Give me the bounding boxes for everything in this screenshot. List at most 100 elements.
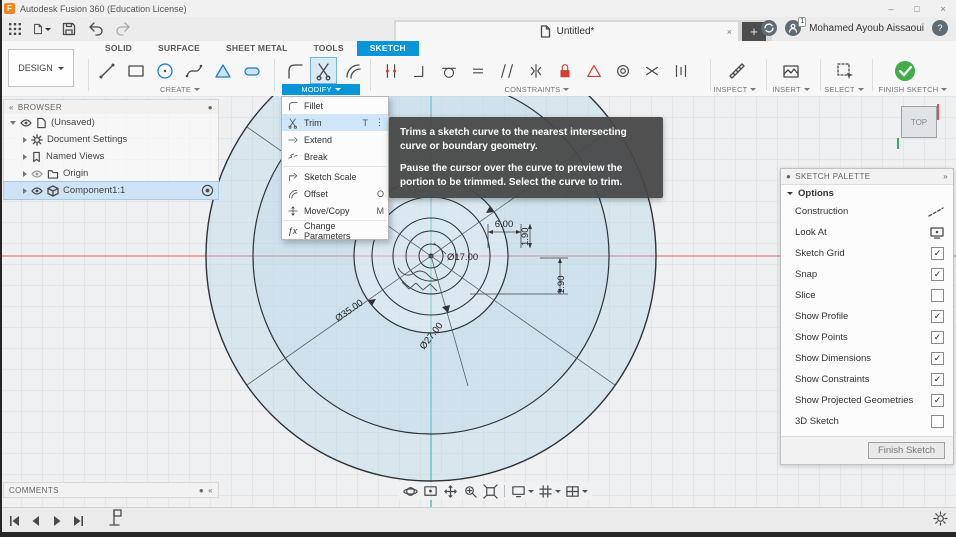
section-select[interactable]: SELECT [820,84,868,95]
palette-row-show-dimensions[interactable]: Show Dimensions ✓ [781,348,953,369]
expand-caret-icon[interactable] [23,187,27,194]
viewports-dropdown[interactable] [564,483,588,499]
minimize-button[interactable]: – [878,4,904,14]
finish-sketch-button[interactable]: Finish Sketch [867,442,945,459]
eye-icon[interactable] [31,168,43,180]
timeline-position-marker[interactable] [108,509,124,532]
section-finish-sketch[interactable]: FINISH SKETCH [872,84,954,95]
look-at-icon[interactable] [930,226,944,239]
sketch-grid-checkbox[interactable]: ✓ [931,247,944,260]
redo-icon[interactable] [114,20,132,38]
expand-caret-icon[interactable] [23,153,27,160]
collapse-panel-icon[interactable]: « [9,103,14,112]
maximize-button[interactable]: □ [904,4,930,14]
browser-item-origin[interactable]: Origin [4,165,218,182]
eye-icon[interactable] [31,185,43,197]
menu-item-offset[interactable]: Offset O [282,185,388,202]
palette-row-construction[interactable]: Construction [781,201,953,222]
close-button[interactable]: × [930,4,956,14]
measure-tool-icon[interactable] [724,58,749,83]
collinear-constraint-icon[interactable] [639,58,664,83]
grid-snap-dropdown[interactable] [537,483,561,499]
menu-item-break[interactable]: Break [282,148,388,165]
activate-component-icon[interactable] [201,184,214,197]
section-inspect[interactable]: INSPECT [708,84,762,95]
parallel-constraint-icon[interactable] [494,58,519,83]
fillet-tool-icon[interactable] [282,58,307,83]
browser-header[interactable]: « BROWSER ● [4,100,218,114]
sketch-palette-header[interactable]: ● SKETCH PALETTE » [781,169,953,185]
viewcube[interactable]: TOP [897,104,945,150]
horizontal-vertical-constraint-icon[interactable] [407,58,432,83]
zoom-icon[interactable] [462,483,479,499]
3d-sketch-checkbox[interactable] [931,415,944,428]
insert-tool-icon[interactable] [778,58,803,83]
options-section-header[interactable]: Options [781,185,953,201]
file-menu-icon[interactable] [33,20,51,38]
document-tab[interactable]: Untitled* × [396,22,738,41]
browser-item-component1[interactable]: Component1:1 [3,181,219,200]
palette-row-show-constraints[interactable]: Show Constraints ✓ [781,369,953,390]
rectangle-tool-icon[interactable] [123,58,148,83]
viewcube-top-face[interactable]: TOP [901,106,937,138]
palette-row-show-points[interactable]: Show Points ✓ [781,327,953,348]
concentric-constraint-icon[interactable] [610,58,635,83]
user-name[interactable]: Mohamed Ayoub Aissaoui [809,23,924,34]
menu-item-move-copy[interactable]: Move/Copy M [282,202,388,219]
comments-header[interactable]: COMMENTS ● « [4,483,218,497]
display-settings-dropdown[interactable] [510,483,534,499]
step-back-button[interactable] [29,514,43,528]
help-icon[interactable]: ? [932,20,948,36]
panel-dot-icon[interactable]: ● [208,103,213,112]
palette-row-snap[interactable]: Snap ✓ [781,264,953,285]
palette-row-slice[interactable]: Slice [781,285,953,306]
tab-surface[interactable]: SURFACE [145,41,213,56]
look-at-icon[interactable] [422,483,439,499]
menu-item-change-parameters[interactable]: ƒx Change Parameters [282,221,388,241]
menu-item-trim[interactable]: Trim T ⋮ [282,114,388,131]
show-profile-checkbox[interactable]: ✓ [931,310,944,323]
play-button[interactable] [50,514,64,528]
equal-constraint-icon[interactable] [465,58,490,83]
menu-more-options-icon[interactable]: ⋮ [375,117,384,128]
mirror-tool-icon[interactable] [210,58,235,83]
browser-item-document-settings[interactable]: Document Settings [4,131,218,148]
tab-sketch[interactable]: SKETCH [356,41,419,56]
polygon-constraint-icon[interactable] [581,58,606,83]
palette-row-sketch-grid[interactable]: Sketch Grid ✓ [781,243,953,264]
tangent-constraint-icon[interactable] [436,58,461,83]
save-icon[interactable] [60,20,78,38]
job-status-icon[interactable]: 1 [785,17,807,36]
panel-dot-icon[interactable]: ● [199,486,204,495]
expand-caret-icon[interactable] [23,136,27,143]
palette-row-3d-sketch[interactable]: 3D Sketch [781,411,953,432]
undo-icon[interactable] [87,20,105,38]
line-tool-icon[interactable] [94,58,119,83]
workspace-selector-design[interactable]: DESIGN [8,49,74,87]
symmetry-constraint-icon[interactable] [523,58,548,83]
close-document-icon[interactable]: × [727,27,732,37]
offset-tool-icon[interactable] [340,58,365,83]
tab-tools[interactable]: TOOLS [301,41,357,56]
fix-lock-constraint-icon[interactable] [552,58,577,83]
browser-item-unsaved[interactable]: (Unsaved) [4,114,218,131]
show-dimensions-checkbox[interactable]: ✓ [931,352,944,365]
slot-tool-icon[interactable] [239,58,264,83]
skip-to-start-button[interactable] [8,514,22,528]
show-constraints-checkbox[interactable]: ✓ [931,373,944,386]
timeline-settings-gear-icon[interactable] [933,510,948,531]
app-grid-icon[interactable] [6,20,24,38]
tab-solid[interactable]: SOLID [92,41,145,56]
fit-icon[interactable] [482,483,499,499]
snap-checkbox[interactable]: ✓ [931,268,944,281]
spline-tool-icon[interactable] [181,58,206,83]
show-projected-geometries-checkbox[interactable]: ✓ [931,394,944,407]
trim-tool-icon[interactable] [310,57,337,84]
expand-caret-icon[interactable] [23,170,27,177]
extension-icon[interactable] [761,20,778,36]
show-points-checkbox[interactable]: ✓ [931,331,944,344]
menu-item-extend[interactable]: Extend [282,131,388,148]
section-create[interactable]: CREATE [94,84,266,95]
tab-sheet-metal[interactable]: SHEET METAL [213,41,301,56]
midpoint-constraint-icon[interactable] [668,58,693,83]
